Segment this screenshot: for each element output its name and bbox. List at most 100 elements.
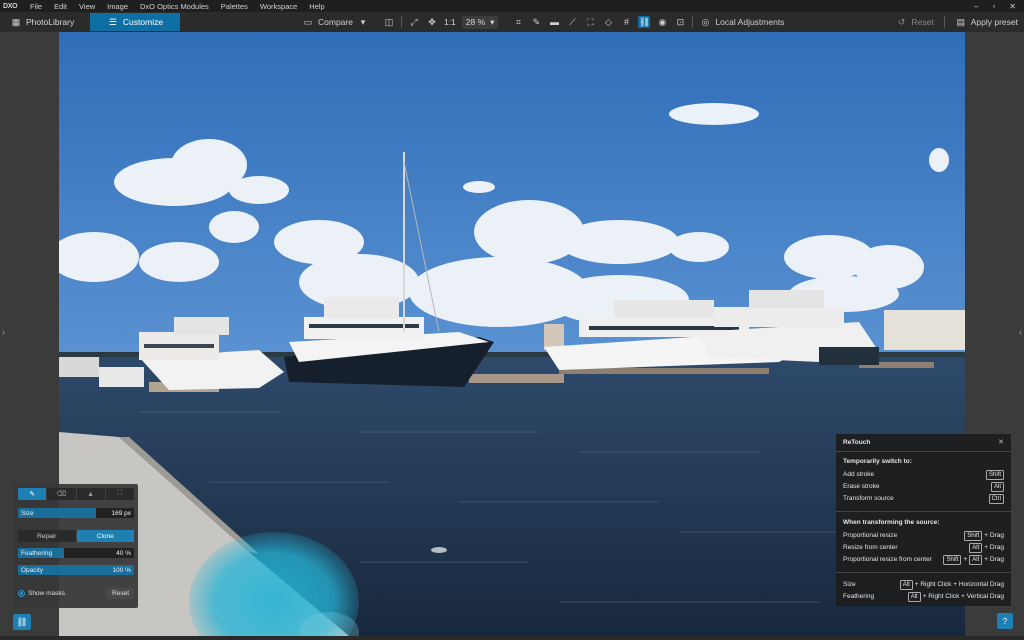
shortcut-row: Feathering Alt + Right Click + Vertical D… — [843, 591, 1004, 602]
reset-button[interactable]: ↺ Reset — [896, 16, 934, 28]
red-eye-icon[interactable]: ⊡ — [674, 16, 686, 28]
clone-button[interactable]: Clone — [76, 530, 134, 542]
eye-icon[interactable]: ◉ — [656, 16, 668, 28]
perspective-rect-icon[interactable]: ⛶ — [584, 16, 596, 28]
size-slider[interactable]: Size 169 px — [18, 508, 134, 518]
retouch-tool-toggle[interactable]: ⛓ — [13, 614, 31, 630]
menu-palettes[interactable]: Palettes — [215, 2, 254, 11]
fill-icon[interactable]: ▲ — [76, 488, 105, 500]
menu-help[interactable]: Help — [303, 2, 330, 11]
expand-right-icon[interactable]: ‹ — [1019, 327, 1022, 337]
divider — [836, 451, 1011, 452]
crop-icon[interactable]: ⌗ — [512, 16, 524, 28]
menu-file[interactable]: File — [24, 2, 48, 11]
menu-edit[interactable]: Edit — [48, 2, 73, 11]
key-suffix: + Drag — [984, 532, 1004, 539]
show-masks-radio[interactable] — [18, 590, 25, 597]
key: Alt — [899, 579, 913, 590]
shortcut-label: Size — [843, 581, 856, 588]
bandage-icon: ⛓ — [16, 616, 28, 627]
grid-overlay-icon[interactable]: # — [620, 16, 632, 28]
divider — [836, 572, 1011, 573]
key-suffix: + Right Click + Horizontal Drag — [914, 581, 1004, 588]
retouch-help-title: ReTouch — [843, 439, 871, 446]
shortcut-label: Feathering — [843, 593, 875, 600]
perspective-icon[interactable]: ⟋ — [566, 16, 578, 28]
retouch-icon[interactable]: ⛓ — [638, 16, 651, 28]
preset-icon: ▤ — [956, 16, 965, 27]
opacity-slider[interactable]: Opacity 100 % — [18, 565, 134, 575]
shortcut-row: Add stroke Shift — [843, 469, 1004, 480]
key: Shift — [943, 554, 962, 565]
app-logo: DXO — [3, 2, 18, 10]
move-icon[interactable]: ✥ — [426, 16, 438, 28]
grid-icon: ▦ — [11, 16, 21, 27]
shortcut-row: Erase stroke Alt — [843, 481, 1004, 492]
zoom-select[interactable]: 28 % ▾ — [461, 15, 499, 29]
fit-screen-icon[interactable]: ⤢ — [408, 16, 420, 28]
key-plus: + — [963, 556, 968, 563]
shortcut-row: Proportional resize from center Shift + Al… — [843, 554, 1004, 565]
chevron-down-icon: ▾ — [360, 16, 366, 27]
shortcut-label: Erase stroke — [843, 483, 880, 490]
key: Ctrl — [988, 493, 1004, 504]
restore-icon[interactable]: ▫ — [992, 2, 995, 11]
divider — [836, 511, 1011, 512]
apply-preset-label: Apply preset — [970, 17, 1018, 27]
side-by-side-icon[interactable]: ◫ — [383, 16, 395, 28]
key: Shift — [964, 530, 983, 541]
tab-customize-label: Customize — [122, 17, 164, 27]
eyedropper-icon[interactable]: ✎ — [530, 16, 542, 28]
filmstrip-handle[interactable] — [0, 636, 1024, 640]
repair-clone-toggle: Repair Clone — [18, 530, 134, 542]
one-to-one-button[interactable]: 1:1 — [444, 17, 456, 27]
horizon-icon[interactable]: ▬ — [548, 16, 560, 28]
menu-image[interactable]: Image — [101, 2, 134, 11]
close-icon[interactable]: ✕ — [998, 438, 1004, 446]
perspective-eight-icon[interactable]: ◇ — [602, 16, 614, 28]
brush-reset-button[interactable]: Reset — [107, 588, 134, 599]
size-label: Size — [21, 509, 34, 517]
local-adjustments-icon: ◎ — [701, 16, 710, 27]
shortcut-label: Proportional resize — [843, 532, 898, 539]
local-adjustments-button[interactable]: ◎ Local Adjustments — [699, 16, 785, 28]
shortcut-label: Resize from center — [843, 544, 898, 551]
transform-icon[interactable]: ⛶ — [105, 488, 134, 500]
shortcut-row: Size Alt + Right Click + Horizontal Drag — [843, 579, 1004, 590]
size-value: 169 px — [111, 509, 131, 517]
key-suffix: + Drag — [984, 556, 1004, 563]
feathering-slider[interactable]: Feathering 40 % — [18, 548, 134, 558]
retouch-brush-panel: ✎ ⌫ ▲ ⛶ Size 169 px Repair Clone Feather… — [14, 484, 138, 608]
opacity-label: Opacity — [21, 566, 44, 574]
brush-mode-row: ✎ ⌫ ▲ ⛶ — [18, 488, 134, 500]
repair-button[interactable]: Repair — [18, 530, 76, 542]
brush-icon[interactable]: ✎ — [18, 488, 47, 500]
compare-button[interactable]: ▭ Compare ▾ — [302, 16, 369, 28]
main-toolbar: ▦ PhotoLibrary ☰ Customize ▭ Compare ▾ ◫… — [0, 12, 1024, 32]
app-window: DXO File Edit View Image DxO Optics Modu… — [0, 0, 1024, 640]
shortcut-row: Proportional resize Shift + Drag — [843, 530, 1004, 541]
eraser-icon[interactable]: ⌫ — [47, 488, 76, 500]
photo-viewer[interactable] — [59, 32, 965, 636]
zoom-value: 28 % — [465, 16, 486, 27]
marina-photo — [59, 32, 965, 636]
shortcut-label: Proportional resize from center — [843, 556, 932, 563]
menu-optics-modules[interactable]: DxO Optics Modules — [134, 2, 215, 11]
tab-photolibrary-label: PhotoLibrary — [26, 17, 75, 27]
minimize-icon[interactable]: – — [974, 2, 978, 11]
apply-preset-button[interactable]: ▤ Apply preset — [955, 16, 1018, 28]
undo-icon: ↺ — [897, 16, 906, 27]
menu-view[interactable]: View — [73, 2, 101, 11]
show-masks-toggle[interactable]: Show masks — [18, 590, 65, 597]
local-adjustments-label: Local Adjustments — [715, 17, 785, 27]
toolbar-divider — [692, 16, 694, 28]
expand-left-icon[interactable]: › — [2, 327, 5, 337]
tab-photolibrary[interactable]: ▦ PhotoLibrary — [0, 13, 90, 31]
tab-customize[interactable]: ☰ Customize — [90, 13, 180, 31]
help-button[interactable]: ? — [997, 613, 1013, 629]
close-window-icon[interactable]: ✕ — [1009, 2, 1016, 11]
menu-workspace[interactable]: Workspace — [254, 2, 303, 11]
edit-tools: ⌗ ✎ ▬ ⟋ ⛶ ◇ # ⛓ ◉ ⊡ ◎ Local Adjustments — [512, 16, 784, 28]
switch-section-title: Temporarily switch to: — [843, 458, 912, 465]
key: Shift — [985, 469, 1004, 480]
